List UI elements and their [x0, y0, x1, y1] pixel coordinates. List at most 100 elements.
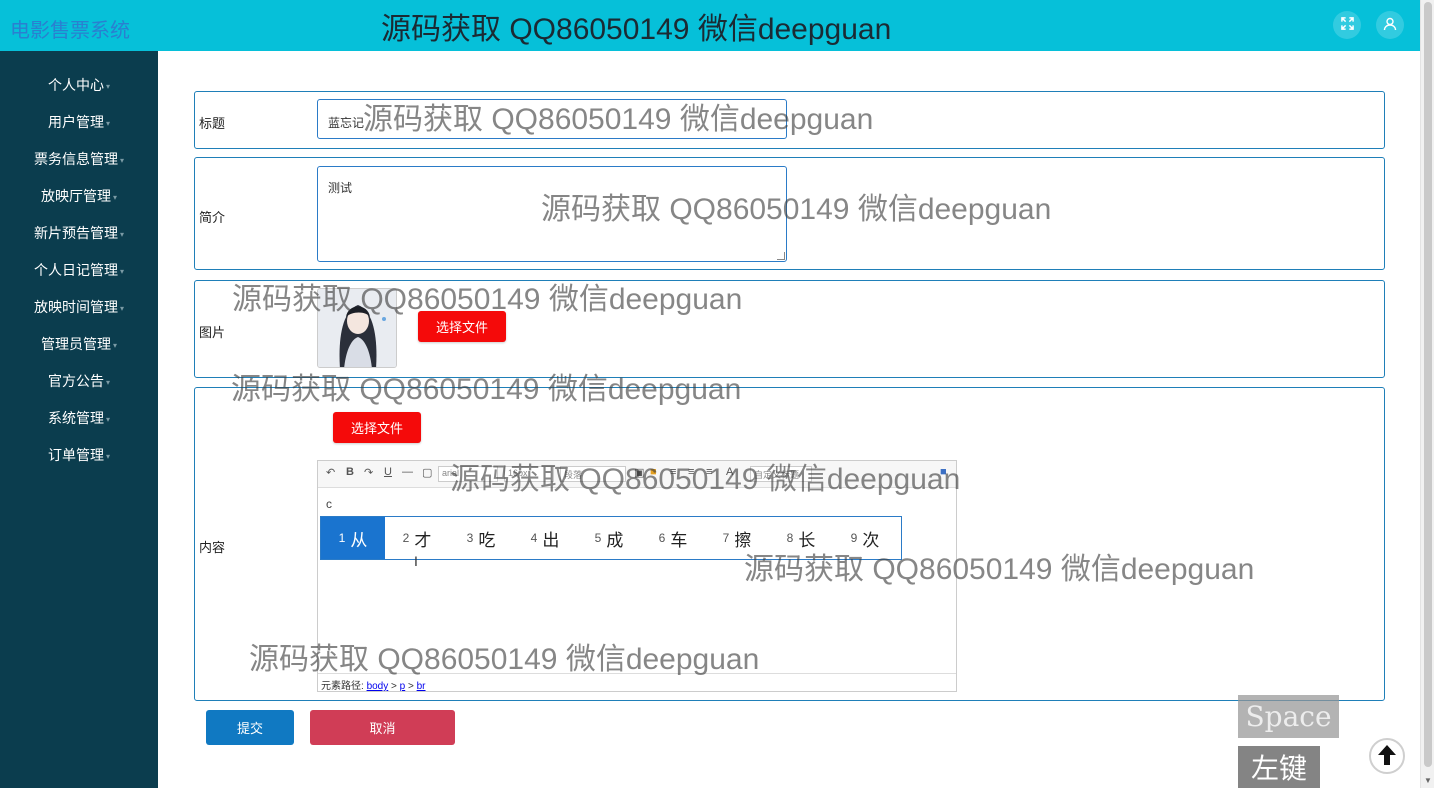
app-title: 电影售票系统: [10, 20, 130, 42]
caret-down-icon: ▾: [105, 81, 110, 91]
paste-icon[interactable]: ▢: [422, 466, 432, 479]
choose-content-file-button[interactable]: 选择文件: [333, 412, 421, 443]
ime-candidate[interactable]: 9次: [833, 517, 897, 559]
image-label: 图片: [199, 325, 226, 340]
sidebar-item-admins[interactable]: 管理员管理 ▾: [0, 332, 158, 356]
sidebar-item-label: 管理员管理: [40, 336, 111, 352]
underline-icon[interactable]: U: [384, 466, 392, 478]
caret-down-icon: ▾: [112, 340, 117, 350]
scrollbar-thumb[interactable]: [1424, 2, 1432, 767]
sidebar-item-label: 放映厅管理: [40, 188, 111, 204]
candidate-char: 车: [670, 530, 688, 550]
caret-down-icon: ▾: [119, 155, 124, 165]
candidate-char: 出: [542, 530, 560, 550]
intro-text: 测试: [328, 181, 353, 195]
ime-candidate[interactable]: 6车: [641, 517, 705, 559]
undo-icon[interactable]: ↶: [326, 466, 335, 479]
candidate-number: 5: [594, 531, 602, 545]
content-label: 内容: [199, 540, 226, 555]
candidate-char: 擦: [734, 530, 752, 550]
candidate-number: 7: [722, 531, 730, 545]
sidebar-item-label: 个人日记管理: [33, 262, 118, 278]
caret-down-icon: ▾: [112, 192, 117, 202]
caret-down-icon: ▾: [105, 451, 110, 461]
sidebar-item-tickets[interactable]: 票务信息管理 ▾: [0, 147, 158, 171]
candidate-char: 次: [862, 530, 880, 550]
caret-down-icon: ▾: [119, 229, 124, 239]
ime-candidate[interactable]: 3吃: [449, 517, 513, 559]
back-to-top-button[interactable]: [1369, 738, 1405, 774]
caret-down-icon: ▾: [119, 266, 124, 276]
sidebar-item-label: 官方公告: [47, 373, 104, 389]
candidate-char: 从: [350, 530, 368, 550]
align-center-icon[interactable]: ≡: [688, 466, 694, 478]
intro-textarea[interactable]: 测试: [317, 166, 787, 262]
sidebar-item-label: 订单管理: [47, 447, 104, 463]
page-scrollbar[interactable]: ▼: [1420, 0, 1434, 788]
caret-down-icon: ▾: [105, 118, 110, 128]
submit-button[interactable]: 提交: [206, 710, 294, 745]
candidate-char: 吃: [478, 530, 496, 550]
resize-grip-icon[interactable]: [777, 252, 785, 260]
ime-candidate[interactable]: 1从: [321, 517, 385, 559]
sidebar-item-label: 放映时间管理: [33, 299, 118, 315]
scroll-down-arrow-icon[interactable]: ▼: [1424, 776, 1432, 785]
text-cursor-icon: I: [414, 553, 418, 569]
title-label: 标题: [199, 116, 226, 131]
key-hint-space: Space: [1238, 695, 1339, 738]
ime-candidate[interactable]: 8长: [769, 517, 833, 559]
font-size-select[interactable]: 16px: [504, 466, 554, 482]
rich-text-editor[interactable]: ↶ B ↷ U — ▢ arial 16px 段落 ▣ ■ ≡ ≡ ≡ A 自定…: [317, 460, 957, 692]
caret-down-icon: ▾: [105, 377, 110, 387]
uploaded-image-thumbnail[interactable]: [317, 288, 397, 368]
intro-label: 简介: [199, 210, 226, 225]
align-left-icon[interactable]: ≡: [670, 466, 676, 478]
format-brush-icon[interactable]: ▣: [634, 466, 644, 479]
fullscreen-button[interactable]: [1333, 11, 1361, 39]
ime-candidate[interactable]: 4出: [513, 517, 577, 559]
highlight-icon[interactable]: ■: [650, 466, 657, 478]
sidebar-item-orders[interactable]: 订单管理 ▾: [0, 443, 158, 467]
candidate-number: 8: [786, 531, 794, 545]
sidebar-item-trailers[interactable]: 新片预告管理 ▾: [0, 221, 158, 245]
candidate-number: 2: [402, 531, 410, 545]
candidate-number: 6: [658, 531, 666, 545]
cancel-button[interactable]: 取消: [310, 710, 455, 745]
key-hint-left-click: 左键: [1238, 746, 1320, 788]
horizontal-rule-icon[interactable]: —: [402, 466, 413, 478]
path-label: 元素路径:: [321, 681, 364, 692]
sidebar-item-showtimes[interactable]: 放映时间管理 ▾: [0, 295, 158, 319]
sidebar-item-label: 票务信息管理: [33, 151, 118, 167]
font-family-select[interactable]: arial: [438, 466, 498, 482]
redo-icon[interactable]: ↷: [364, 466, 373, 479]
sidebar-item-halls[interactable]: 放映厅管理 ▾: [0, 184, 158, 208]
sidebar-item-users[interactable]: 用户管理 ▾: [0, 110, 158, 134]
sidebar-item-system[interactable]: 系统管理 ▾: [0, 406, 158, 430]
paragraph-select[interactable]: 段落: [560, 466, 626, 482]
candidate-char: 长: [798, 530, 816, 550]
sidebar-item-label: 用户管理: [47, 114, 104, 130]
candidate-char: 成: [606, 530, 624, 550]
choose-image-button[interactable]: 选择文件: [418, 311, 506, 342]
sidebar-item-diary[interactable]: 个人日记管理 ▾: [0, 258, 158, 282]
custom-title-select[interactable]: 自定义标题: [750, 466, 812, 482]
caret-down-icon: ▾: [105, 414, 110, 424]
ime-candidate[interactable]: 5成: [577, 517, 641, 559]
user-icon: [1383, 17, 1397, 34]
path-body-link[interactable]: body: [367, 681, 389, 692]
path-br-link[interactable]: br: [417, 681, 426, 692]
sidebar-item-announcements[interactable]: 官方公告 ▾: [0, 369, 158, 393]
fullscreen-editor-icon[interactable]: ■: [940, 466, 947, 478]
sidebar: 个人中心 ▾ 用户管理 ▾ 票务信息管理 ▾ 放映厅管理 ▾ 新片预告管理 ▾ 个人日记管…: [0, 51, 158, 788]
candidate-char: 才: [414, 530, 432, 550]
ime-candidate[interactable]: 7擦: [705, 517, 769, 559]
title-input[interactable]: 蓝忘记: [317, 99, 787, 139]
align-right-icon[interactable]: ≡: [706, 466, 712, 478]
ime-candidate-bar: 1从 2才 3吃 4出 5成 6车 7擦 8长 9次: [320, 516, 902, 560]
path-p-link[interactable]: p: [400, 681, 406, 692]
arrow-up-icon: [1377, 744, 1397, 769]
bold-icon[interactable]: B: [346, 466, 354, 478]
user-menu-button[interactable]: [1376, 11, 1404, 39]
sidebar-item-profile[interactable]: 个人中心 ▾: [0, 73, 158, 97]
font-color-icon[interactable]: A: [726, 466, 733, 478]
